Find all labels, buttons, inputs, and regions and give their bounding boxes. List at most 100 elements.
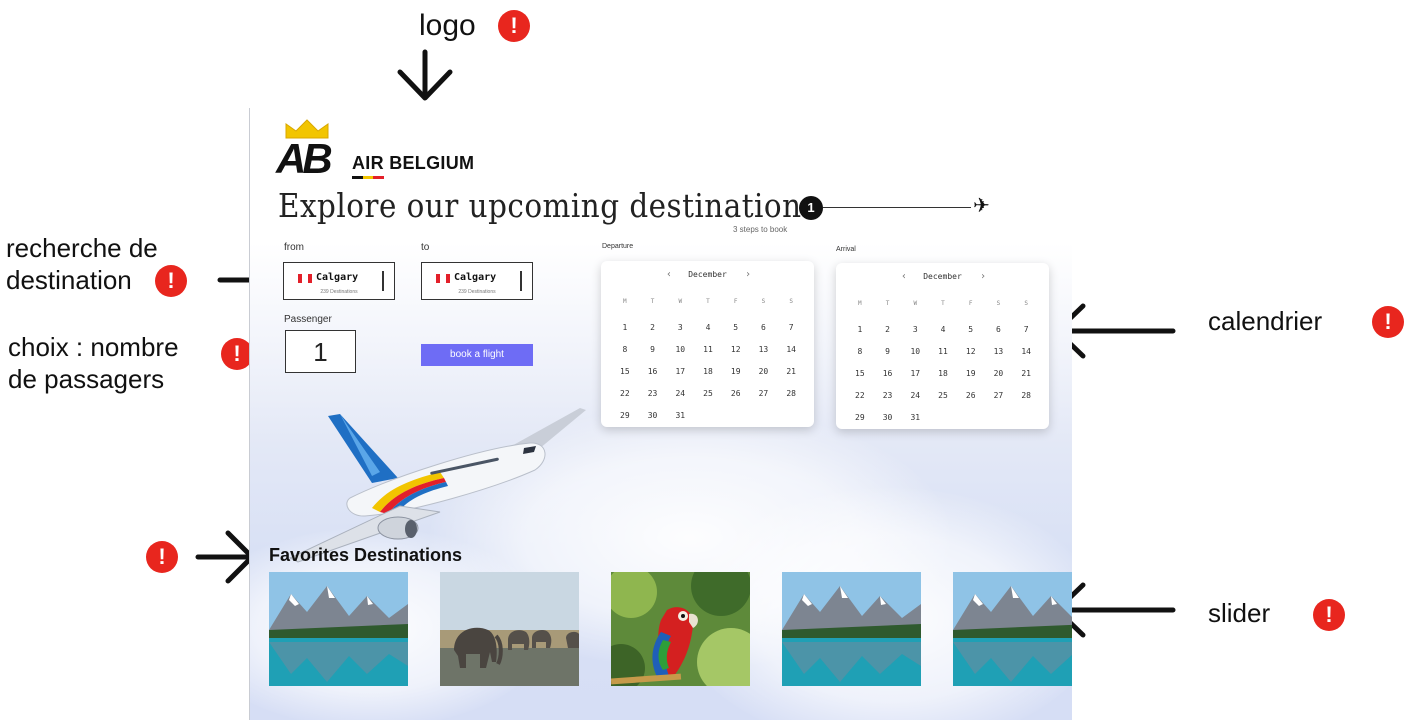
weekday-header: S <box>1024 300 1028 307</box>
calendar-day[interactable]: 30 <box>874 407 902 429</box>
calendar-day[interactable]: 28 <box>1012 385 1040 407</box>
calendar-day[interactable]: 23 <box>639 383 667 405</box>
calendar-day[interactable]: 9 <box>874 341 902 363</box>
weekday-header: M <box>623 298 627 305</box>
calendar-day[interactable]: 20 <box>750 361 778 383</box>
calendar-day[interactable]: 15 <box>846 363 874 385</box>
calendar-day[interactable]: 3 <box>666 317 694 339</box>
calendar-day[interactable]: 13 <box>985 341 1013 363</box>
calendar-day[interactable]: 14 <box>777 339 805 361</box>
annotation-search: recherche de destination <box>6 233 158 295</box>
weekday-header: W <box>678 298 683 305</box>
calendar-day[interactable]: 10 <box>901 341 929 363</box>
calendar-day[interactable]: 1 <box>611 317 639 339</box>
calendar-month: December <box>923 272 962 281</box>
air-belgium-logo[interactable]: AB AIR BELGIUM <box>276 118 476 180</box>
calendar-day[interactable]: 21 <box>1012 363 1040 385</box>
text-cursor <box>382 271 384 291</box>
booking-page-mockup: AB AIR BELGIUM Explore our upcoming dest… <box>249 108 1072 720</box>
calendar-day[interactable]: 12 <box>957 341 985 363</box>
annotated-mockup: logo ! recherche de destination ! choix … <box>0 0 1422 720</box>
calendar-day[interactable]: 17 <box>901 363 929 385</box>
weekday-header: T <box>650 298 655 305</box>
calendar-day[interactable]: 22 <box>846 385 874 407</box>
calendar-day[interactable]: 30 <box>639 405 667 427</box>
text-cursor <box>520 271 522 291</box>
calendar-day[interactable]: 31 <box>666 405 694 427</box>
departure-label: Departure <box>602 243 634 250</box>
calendar-day[interactable]: 25 <box>694 383 722 405</box>
calendar-day[interactable]: 25 <box>929 385 957 407</box>
calendar-day[interactable]: 7 <box>777 317 805 339</box>
calendar-day[interactable]: 5 <box>722 317 750 339</box>
from-destinations-count: 239 Destinations <box>320 289 358 295</box>
calendar-day[interactable]: 16 <box>874 363 902 385</box>
destination-card[interactable] <box>782 572 921 686</box>
calendar-day[interactable]: 18 <box>694 361 722 383</box>
calendar-day[interactable]: 8 <box>611 339 639 361</box>
calendar-day[interactable]: 19 <box>722 361 750 383</box>
next-month-button[interactable]: › <box>745 269 751 280</box>
calendar-day[interactable]: 27 <box>750 383 778 405</box>
calendar-day[interactable]: 28 <box>777 383 805 405</box>
passenger-count-field[interactable]: 1 <box>285 330 356 373</box>
calendar-day[interactable]: 31 <box>901 407 929 429</box>
calendar-day[interactable]: 4 <box>929 319 957 341</box>
to-destinations-count: 239 Destinations <box>458 289 496 295</box>
book-flight-button[interactable]: book a flight <box>421 344 533 366</box>
destination-card[interactable] <box>611 572 750 686</box>
departure-calendar[interactable]: ‹ December › M T W T F S S 1 2 3 4 5 6 7 8 9 10 11 12 13 14 1… <box>601 261 814 427</box>
calendar-day[interactable]: 13 <box>750 339 778 361</box>
arrow-down-icon <box>397 49 453 101</box>
calendar-day[interactable]: 5 <box>957 319 985 341</box>
from-destination-field[interactable]: Calgary 239 Destinations <box>283 262 395 300</box>
calendar-day[interactable]: 26 <box>957 385 985 407</box>
arrival-calendar[interactable]: ‹ December › M T W T F S S 1 2 3 4 5 6 7 8 9 10 11 12 13 14 1… <box>836 263 1049 429</box>
calendar-day[interactable]: 19 <box>957 363 985 385</box>
calendar-day[interactable]: 6 <box>750 317 778 339</box>
alert-icon: ! <box>146 541 178 573</box>
calendar-day[interactable]: 2 <box>639 317 667 339</box>
to-destination-field[interactable]: Calgary 239 Destinations <box>421 262 533 300</box>
alert-icon: ! <box>155 265 187 297</box>
canada-flag-icon <box>298 274 312 283</box>
destination-card[interactable] <box>953 572 1072 686</box>
calendar-day[interactable]: 29 <box>846 407 874 429</box>
calendar-day[interactable]: 22 <box>611 383 639 405</box>
calendar-day[interactable]: 8 <box>846 341 874 363</box>
weekday-header: T <box>885 300 890 307</box>
calendar-day[interactable]: 16 <box>639 361 667 383</box>
calendar-day[interactable]: 2 <box>874 319 902 341</box>
calendar-day[interactable]: 24 <box>666 383 694 405</box>
destination-card[interactable] <box>440 572 579 686</box>
calendar-day[interactable]: 7 <box>1012 319 1040 341</box>
calendar-day[interactable]: 20 <box>985 363 1013 385</box>
calendar-day[interactable]: 26 <box>722 383 750 405</box>
destination-card[interactable] <box>269 572 408 686</box>
logo-letters: AB <box>276 135 333 182</box>
elephants-image <box>440 572 579 686</box>
calendar-day[interactable]: 23 <box>874 385 902 407</box>
calendar-day[interactable]: 1 <box>846 319 874 341</box>
calendar-day[interactable]: 10 <box>666 339 694 361</box>
airplane-icon: ✈ <box>973 195 990 217</box>
calendar-day[interactable]: 14 <box>1012 341 1040 363</box>
calendar-day[interactable]: 12 <box>722 339 750 361</box>
calendar-day[interactable]: 3 <box>901 319 929 341</box>
calendar-day[interactable]: 29 <box>611 405 639 427</box>
calendar-day[interactable]: 27 <box>985 385 1013 407</box>
weekday-header: S <box>996 300 1001 307</box>
calendar-day[interactable]: 17 <box>666 361 694 383</box>
calendar-day[interactable]: 18 <box>929 363 957 385</box>
calendar-day[interactable]: 11 <box>694 339 722 361</box>
calendar-day[interactable]: 24 <box>901 385 929 407</box>
mountain-lake-image <box>953 572 1072 686</box>
calendar-day[interactable]: 11 <box>929 341 957 363</box>
calendar-day[interactable]: 21 <box>777 361 805 383</box>
calendar-day[interactable]: 9 <box>639 339 667 361</box>
next-month-button[interactable]: › <box>980 271 986 282</box>
calendar-day[interactable]: 6 <box>985 319 1013 341</box>
calendar-day[interactable]: 15 <box>611 361 639 383</box>
weekday-header: S <box>789 298 793 305</box>
calendar-day[interactable]: 4 <box>694 317 722 339</box>
